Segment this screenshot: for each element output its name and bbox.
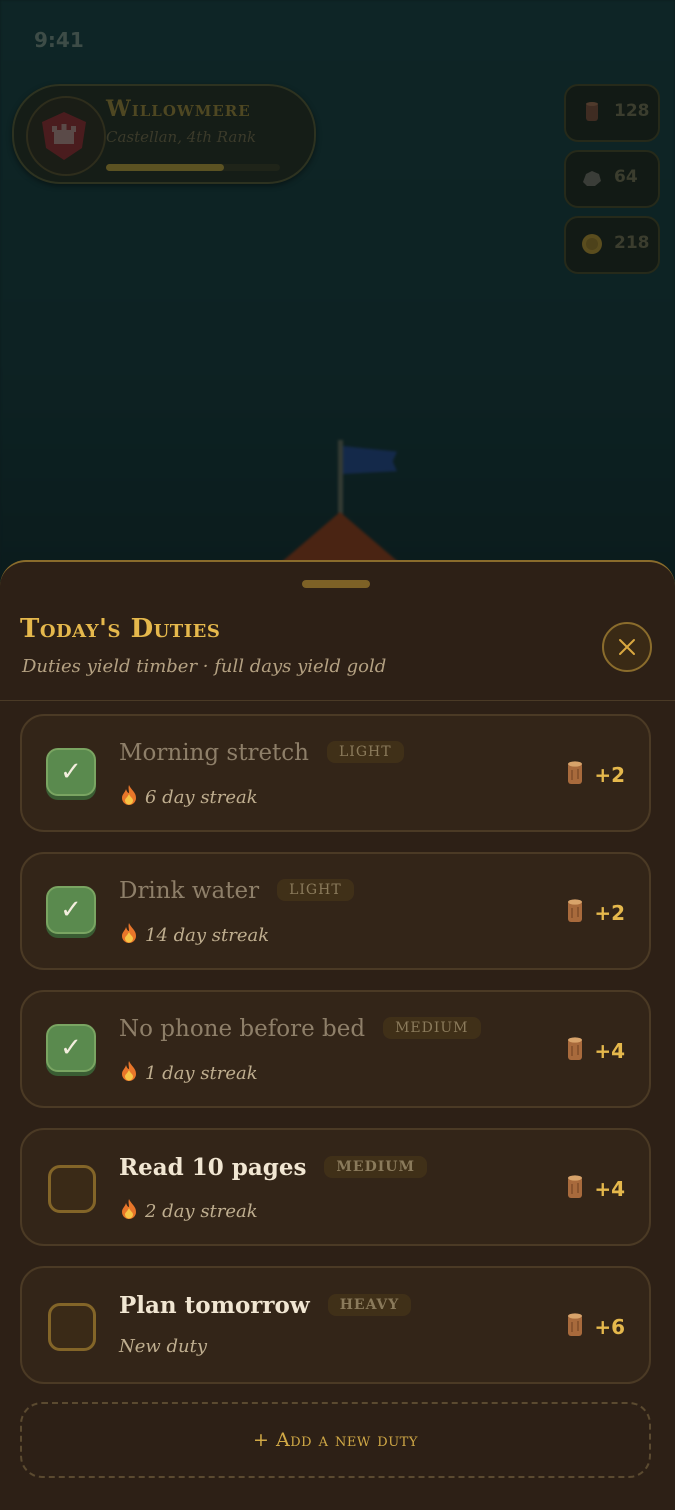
sheet-grabber[interactable] <box>302 580 370 588</box>
duty-checkbox[interactable]: ✓ <box>46 748 96 796</box>
gold-count: 218 <box>614 233 650 253</box>
duty-reward: +2 <box>564 898 625 925</box>
realm-header[interactable]: Willowmere Castellan, 4th Rank <box>12 84 316 184</box>
flame-icon <box>119 1198 139 1225</box>
duty-reward: +2 <box>564 760 625 787</box>
check-mark-icon <box>51 1306 93 1348</box>
duty-meta-text: 1 day streak <box>145 1063 258 1084</box>
add-duty-button[interactable]: + Add a new duty <box>20 1402 651 1478</box>
duty-checkbox[interactable] <box>48 1165 96 1213</box>
duty-meta: 6 day streak <box>119 784 258 811</box>
close-button[interactable] <box>602 622 652 672</box>
duty-weight-tag: MEDIUM <box>324 1156 427 1178</box>
duty-checkbox[interactable]: ✓ <box>46 886 96 934</box>
duty-reward: +4 <box>564 1174 625 1201</box>
check-mark-icon: ✓ <box>60 895 82 925</box>
realm-progress-fill <box>106 164 225 171</box>
duty-reward-value: +2 <box>594 901 625 925</box>
duty-item[interactable]: ✓ No phone before bed MEDIUM 1 day streak… <box>20 990 651 1108</box>
duty-name-text: Drink water <box>119 878 260 904</box>
timber-log-icon <box>568 761 583 784</box>
duty-name: Plan tomorrow HEAVY <box>119 1292 412 1319</box>
flame-icon <box>119 784 139 811</box>
realm-progress-bar <box>106 164 280 171</box>
stone-icon <box>583 171 601 186</box>
duties-sheet: Today's Duties Duties yield timber · ful… <box>0 560 675 1510</box>
timber-count: 128 <box>614 101 650 121</box>
duty-weight-tag: MEDIUM <box>383 1017 481 1039</box>
duty-meta-text: 6 day streak <box>145 787 258 808</box>
duty-meta-text: New duty <box>119 1336 208 1357</box>
duty-meta: 14 day streak <box>119 922 269 949</box>
duty-reward: +6 <box>564 1312 625 1339</box>
duty-meta-text: 14 day streak <box>145 925 270 946</box>
realm-subtitle: Castellan, 4th Rank <box>106 128 257 146</box>
timber-log-icon <box>568 1037 583 1060</box>
duty-checkbox[interactable]: ✓ <box>46 1024 96 1072</box>
duty-weight-tag: LIGHT <box>327 741 404 763</box>
duty-name: Read 10 pages MEDIUM <box>119 1154 427 1181</box>
flame-icon <box>119 922 139 949</box>
stone-count: 64 <box>614 167 638 187</box>
duty-meta: 1 day streak <box>119 1060 258 1087</box>
realm-name: Willowmere <box>106 96 251 122</box>
duty-item[interactable]: Read 10 pages MEDIUM 2 day streak +4 <box>20 1128 651 1246</box>
duty-reward-value: +2 <box>594 763 625 787</box>
duty-name-text: Plan tomorrow <box>119 1292 310 1319</box>
duty-item[interactable]: Plan tomorrow HEAVY New duty +6 <box>20 1266 651 1384</box>
duty-weight-tag: HEAVY <box>327 1294 412 1316</box>
timber-log-icon <box>586 102 598 121</box>
check-mark-icon: ✓ <box>60 1033 82 1063</box>
sheet-divider <box>0 700 675 701</box>
close-icon <box>619 639 635 655</box>
sheet-title: Today's Duties <box>20 614 221 644</box>
check-mark-icon: ✓ <box>60 757 82 787</box>
duty-name-text: Morning stretch <box>119 740 309 766</box>
duty-reward-value: +6 <box>594 1315 625 1339</box>
stone-resource[interactable]: 64 <box>564 150 660 208</box>
duty-name: No phone before bed MEDIUM <box>119 1016 481 1042</box>
duty-reward-value: +4 <box>594 1039 625 1063</box>
timber-log-icon <box>568 1175 583 1198</box>
duty-weight-tag: LIGHT <box>277 879 354 901</box>
timber-resource[interactable]: 128 <box>564 84 660 142</box>
check-mark-icon <box>51 1168 93 1210</box>
duty-name: Morning stretch LIGHT <box>119 740 404 766</box>
duty-meta: New duty <box>119 1336 207 1357</box>
duty-checkbox[interactable] <box>48 1303 96 1351</box>
duty-name-text: Read 10 pages <box>119 1154 307 1181</box>
sheet-subtitle: Duties yield timber · full days yield go… <box>22 656 387 677</box>
duty-reward-value: +4 <box>594 1177 625 1201</box>
banner-flag <box>343 446 397 474</box>
duty-list: ✓ Morning stretch LIGHT 6 day streak +2 ✓… <box>20 714 651 1404</box>
duty-item[interactable]: ✓ Morning stretch LIGHT 6 day streak +2 <box>20 714 651 832</box>
status-time: 9:41 <box>34 28 84 52</box>
duty-meta: 2 day streak <box>119 1198 258 1225</box>
duty-name-text: No phone before bed <box>119 1016 366 1042</box>
duty-meta-text: 2 day streak <box>145 1201 258 1222</box>
gold-coin-icon <box>582 234 602 254</box>
duty-item[interactable]: ✓ Drink water LIGHT 14 day streak +2 <box>20 852 651 970</box>
gold-resource[interactable]: 218 <box>564 216 660 274</box>
timber-log-icon <box>568 899 583 922</box>
flame-icon <box>119 1060 139 1087</box>
duty-reward: +4 <box>564 1036 625 1063</box>
timber-log-icon <box>568 1313 583 1336</box>
castle-crest-icon <box>26 96 106 176</box>
duty-name: Drink water LIGHT <box>119 878 354 904</box>
